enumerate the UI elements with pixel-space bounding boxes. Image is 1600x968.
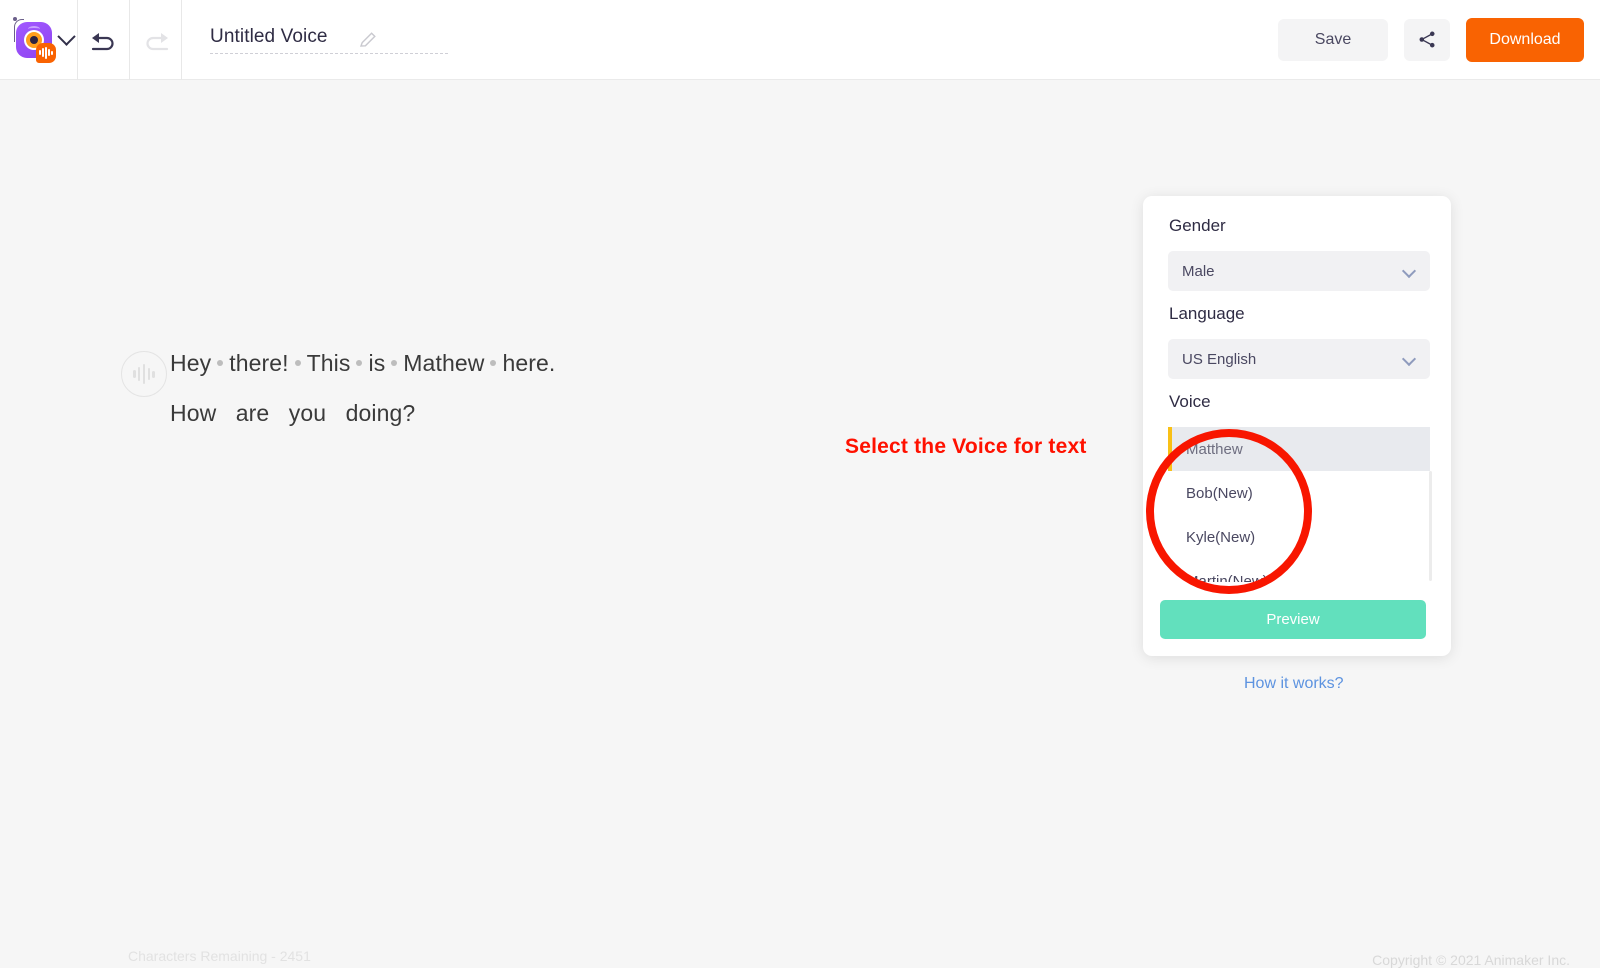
language-label: Language bbox=[1169, 304, 1245, 323]
script-word: Mathew bbox=[403, 350, 485, 376]
pencil-icon[interactable] bbox=[358, 30, 378, 50]
page-title[interactable]: Untitled Voice bbox=[210, 26, 448, 54]
top-toolbar: Untitled Voice Save Download bbox=[0, 0, 1600, 80]
share-button[interactable] bbox=[1404, 18, 1450, 61]
word-separator-dot bbox=[391, 359, 398, 366]
copyright-label: Copyright © 2021 Animaker Inc. bbox=[1372, 952, 1570, 968]
voice-option[interactable]: Kyle(New) bbox=[1168, 515, 1430, 559]
voice-list-scrollbar[interactable] bbox=[1429, 471, 1432, 581]
redo-button[interactable] bbox=[130, 0, 182, 80]
voice-dropdown-options[interactable]: Matthew Bob(New) Kyle(New) Martin(New) bbox=[1168, 427, 1430, 582]
characters-remaining-label: Characters Remaining - 2451 bbox=[128, 948, 311, 964]
script-text-block[interactable]: Hey there! This is Mathew here. How are you d… bbox=[170, 343, 810, 427]
chevron-down-icon bbox=[1401, 351, 1417, 367]
word-separator-dot bbox=[356, 359, 363, 366]
script-word: here. bbox=[502, 350, 556, 376]
language-select[interactable]: US English bbox=[1168, 339, 1430, 379]
audio-waveform-icon[interactable] bbox=[121, 351, 167, 397]
word-separator-dot bbox=[490, 359, 497, 366]
script-line-2[interactable]: How are you doing? bbox=[170, 400, 810, 427]
script-word: is bbox=[368, 350, 386, 376]
voice-settings-panel: Gender Male Language US English Voice Ma… bbox=[1143, 196, 1451, 656]
voice-option[interactable]: Martin(New) bbox=[1168, 559, 1430, 583]
chevron-down-icon[interactable] bbox=[57, 27, 76, 46]
logo-menu-button[interactable] bbox=[0, 0, 78, 80]
save-button[interactable]: Save bbox=[1278, 18, 1388, 61]
gender-select[interactable]: Male bbox=[1168, 251, 1430, 291]
gender-label: Gender bbox=[1169, 216, 1226, 235]
pencil-glyph bbox=[359, 31, 376, 47]
script-word: This bbox=[306, 350, 351, 376]
gender-value: Male bbox=[1182, 262, 1215, 280]
voice-option-selected[interactable]: Matthew bbox=[1168, 427, 1430, 471]
voice-option[interactable]: Bob(New) bbox=[1168, 471, 1430, 515]
script-word: there! bbox=[229, 350, 289, 376]
voice-label: Voice bbox=[1169, 392, 1211, 411]
redo-arrow-icon bbox=[145, 32, 168, 50]
script-line-1[interactable]: Hey there! This is Mathew here. bbox=[170, 343, 810, 383]
chevron-down-icon bbox=[1401, 263, 1417, 279]
script-word: Hey bbox=[170, 350, 212, 376]
preview-button[interactable]: Preview bbox=[1160, 600, 1426, 639]
voice-badge-icon bbox=[36, 42, 56, 63]
annotation-text: Select the Voice for text bbox=[845, 435, 1087, 458]
animaker-voice-logo bbox=[12, 17, 56, 63]
undo-arrow-icon bbox=[91, 32, 114, 50]
logo-eye-pupil bbox=[30, 35, 38, 44]
word-separator-dot bbox=[217, 359, 224, 366]
share-icon bbox=[1419, 31, 1435, 48]
language-value: US English bbox=[1182, 350, 1257, 368]
how-it-works-link[interactable]: How it works? bbox=[1244, 675, 1344, 693]
project-title-area[interactable]: Untitled Voice bbox=[182, 0, 448, 80]
word-separator-dot bbox=[294, 359, 301, 366]
download-button[interactable]: Download bbox=[1466, 17, 1584, 62]
undo-button[interactable] bbox=[78, 0, 130, 80]
